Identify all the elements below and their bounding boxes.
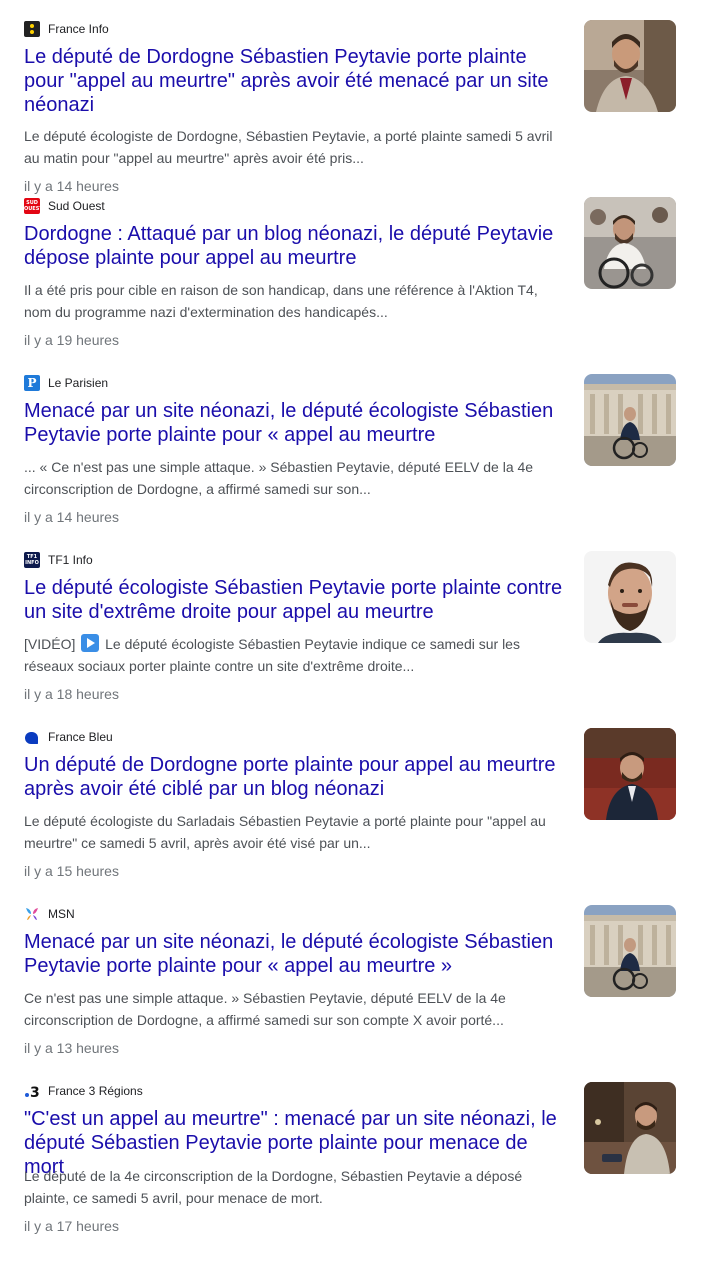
man-desk-phone-image	[584, 1082, 676, 1174]
msn-logo-icon	[24, 906, 40, 922]
source-name: France Info	[48, 21, 109, 36]
article-thumbnail[interactable]	[584, 197, 676, 289]
article-snippet: Il a été pris pour cible en raison de so…	[24, 282, 538, 320]
article-timestamp: il y a 13 heures	[24, 1040, 119, 1056]
news-article: TF1 INFO TF1 Info Le député écologiste S…	[24, 531, 716, 708]
news-article: MSN Menacé par un site néonazi, le déput…	[24, 885, 716, 1062]
article-timestamp: il y a 18 heures	[24, 686, 119, 702]
man-wheelchair-crowd-image	[584, 197, 676, 289]
francebleu-logo-icon	[24, 729, 40, 745]
article-snippet: Le député écologiste du Sarladais Sébast…	[24, 813, 546, 851]
source-name: Sud Ouest	[48, 198, 105, 213]
article-headline[interactable]: Le député de Dordogne Sébastien Peytavie…	[24, 45, 569, 117]
leparisien-logo-icon: P	[24, 374, 40, 391]
source-name: MSN	[48, 906, 75, 921]
video-tag: [VIDÉO]	[24, 636, 76, 652]
franceinfo-logo-icon	[24, 20, 40, 37]
article-source[interactable]: MSN	[24, 905, 75, 922]
article-source[interactable]: TF1 INFO TF1 Info	[24, 551, 93, 568]
source-name: TF1 Info	[48, 552, 93, 567]
source-name: Le Parisien	[48, 375, 109, 390]
article-thumbnail[interactable]	[584, 374, 676, 466]
news-feed: France Info Le député de Dordogne Sébast…	[0, 0, 716, 1242]
man-wheelchair-building-image	[584, 905, 676, 997]
news-article: P Le Parisien Menacé par un site néonazi…	[24, 354, 716, 531]
article-thumbnail[interactable]	[584, 1082, 676, 1174]
news-article: 3 France 3 Régions "C'est un appel au me…	[24, 1062, 716, 1242]
man-wheelchair-building-image	[584, 374, 676, 466]
article-thumbnail[interactable]	[584, 728, 676, 820]
article-headline[interactable]: Dordogne : Attaqué par un blog néonazi, …	[24, 222, 569, 270]
news-article: France Bleu Un député de Dordogne porte …	[24, 708, 716, 885]
sudouest-logo-icon: SUD OUEST	[24, 197, 40, 214]
article-headline[interactable]: Menacé par un site néonazi, le député éc…	[24, 399, 569, 447]
article-source[interactable]: France Bleu	[24, 728, 113, 745]
article-timestamp: il y a 15 heures	[24, 863, 119, 879]
article-source[interactable]: 3 France 3 Régions	[24, 1082, 143, 1099]
article-timestamp: il y a 17 heures	[24, 1218, 119, 1234]
article-source[interactable]: P Le Parisien	[24, 374, 108, 391]
man-portrait-image	[584, 20, 676, 112]
article-headline[interactable]: Le député écologiste Sébastien Peytavie …	[24, 576, 569, 624]
article-thumbnail[interactable]	[584, 20, 676, 112]
article-snippet: ... « Ce n'est pas une simple attaque. »…	[24, 459, 534, 497]
article-timestamp: il y a 14 heures	[24, 509, 119, 525]
svg-text:3: 3	[30, 1085, 40, 1099]
article-headline[interactable]: Un député de Dordogne porte plainte pour…	[24, 753, 569, 801]
tf1info-logo-icon: TF1 INFO	[24, 551, 40, 568]
man-headshot-image	[584, 551, 676, 643]
article-thumbnail[interactable]	[584, 905, 676, 997]
france3-logo-icon: 3	[24, 1083, 40, 1099]
play-video-icon	[81, 634, 100, 652]
source-name: France 3 Régions	[48, 1083, 143, 1098]
article-timestamp: il y a 19 heures	[24, 332, 119, 348]
article-thumbnail[interactable]	[584, 551, 676, 643]
news-article: France Info Le député de Dordogne Sébast…	[24, 0, 716, 194]
source-name: France Bleu	[48, 729, 113, 744]
article-headline[interactable]: Menacé par un site néonazi, le député éc…	[24, 930, 569, 978]
article-snippet: Ce n'est pas une simple attaque. » Sébas…	[24, 990, 506, 1028]
man-assembly-seat-image	[584, 728, 676, 820]
article-source[interactable]: France Info	[24, 20, 109, 37]
article-source[interactable]: SUD OUEST Sud Ouest	[24, 197, 105, 214]
article-snippet: Le député de la 4e circonscription de la…	[24, 1168, 523, 1206]
news-article: SUD OUEST Sud Ouest Dordogne : Attaqué p…	[24, 177, 716, 354]
article-snippet: Le député écologiste de Dordogne, Sébast…	[24, 128, 553, 166]
article-snippet: [VIDÉO] Le député écologiste Sébastien P…	[24, 633, 564, 677]
